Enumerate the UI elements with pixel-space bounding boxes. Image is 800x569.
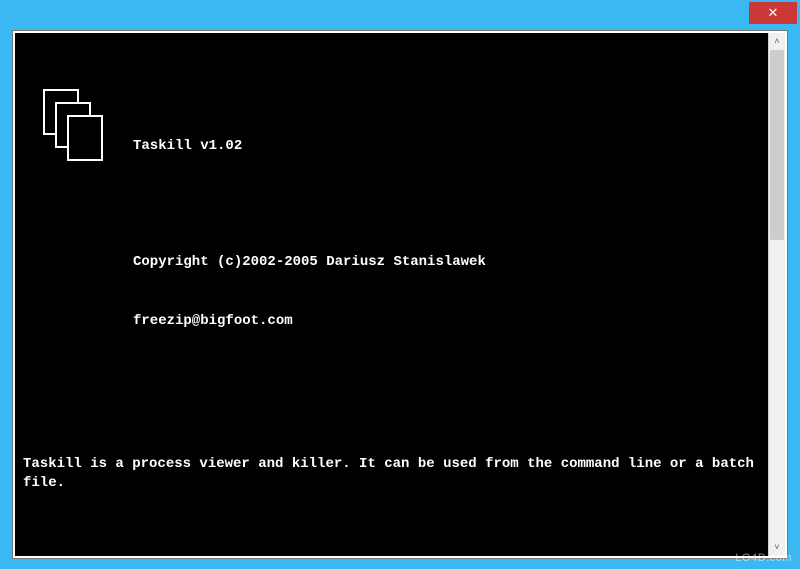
intro-paragraph: Taskill is a process viewer and killer. … [23,455,760,493]
close-icon: ✕ [768,5,779,21]
watermark: LO4D.com [735,552,792,564]
scroll-up-arrow-icon[interactable]: ˄ [769,33,785,50]
window-frame: ✕ Taskill v1.02 Copyright (c)2002-2005 D… [0,0,800,569]
email-line: freezip@bigfoot.com [133,312,486,331]
header-section: Taskill v1.02 Copyright (c)2002-2005 Dar… [23,89,760,371]
titlebar: ✕ [0,2,800,30]
app-logo-icon [43,89,115,173]
content-frame: Taskill v1.02 Copyright (c)2002-2005 Dar… [12,30,788,559]
vertical-scrollbar[interactable]: ˄ ˅ [768,33,785,556]
header-text: Taskill v1.02 Copyright (c)2002-2005 Dar… [133,89,486,371]
console-output: Taskill v1.02 Copyright (c)2002-2005 Dar… [15,33,768,556]
scroll-track[interactable] [769,50,785,539]
app-title: Taskill v1.02 [133,137,486,156]
close-button[interactable]: ✕ [749,2,797,24]
scroll-thumb[interactable] [770,50,784,240]
copyright-line: Copyright (c)2002-2005 Dariusz Stanislaw… [133,253,486,272]
